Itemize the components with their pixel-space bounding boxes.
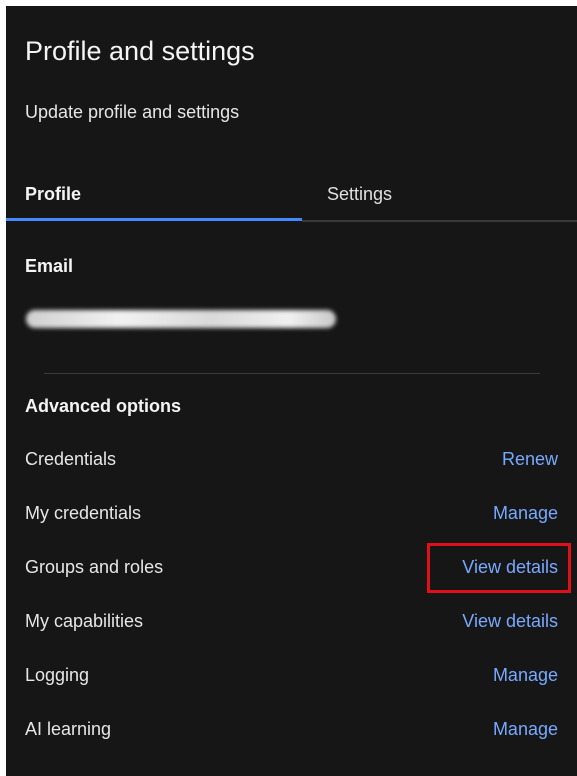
tab-bar: Profile Settings bbox=[6, 174, 577, 224]
my-credentials-manage-link[interactable]: Manage bbox=[493, 503, 558, 524]
row-ai-learning: AI learning Manage bbox=[6, 711, 577, 751]
row-logging: Logging Manage bbox=[6, 657, 577, 697]
my-credentials-label: My credentials bbox=[25, 503, 142, 523]
section-divider bbox=[44, 373, 540, 374]
credentials-label: Credentials bbox=[25, 449, 117, 469]
groups-and-roles-label: Groups and roles bbox=[25, 557, 164, 577]
logging-label: Logging bbox=[25, 665, 90, 685]
row-credentials: Credentials Renew bbox=[6, 441, 577, 481]
row-groups-and-roles: Groups and roles View details bbox=[6, 549, 577, 589]
row-my-capabilities: My capabilities View details bbox=[6, 603, 577, 643]
ai-learning-manage-link[interactable]: Manage bbox=[493, 719, 558, 740]
my-capabilities-view-details-link[interactable]: View details bbox=[462, 611, 558, 632]
advanced-options-heading: Advanced options bbox=[25, 396, 182, 416]
page-subtitle: Update profile and settings bbox=[25, 102, 240, 122]
my-capabilities-label: My capabilities bbox=[25, 611, 144, 631]
page-title: Profile and settings bbox=[25, 36, 255, 66]
profile-settings-panel: Profile and settings Update profile and … bbox=[6, 6, 577, 776]
tab-profile[interactable]: Profile bbox=[6, 174, 302, 221]
groups-and-roles-view-details-link[interactable]: View details bbox=[462, 557, 558, 578]
credentials-renew-link[interactable]: Renew bbox=[502, 449, 558, 470]
row-my-credentials: My credentials Manage bbox=[6, 495, 577, 535]
logging-manage-link[interactable]: Manage bbox=[493, 665, 558, 686]
email-label: Email bbox=[25, 256, 74, 276]
email-value-redacted bbox=[26, 310, 336, 328]
ai-learning-label: AI learning bbox=[25, 719, 112, 739]
tab-settings[interactable]: Settings bbox=[327, 174, 577, 221]
tab-bar-divider bbox=[302, 220, 577, 222]
